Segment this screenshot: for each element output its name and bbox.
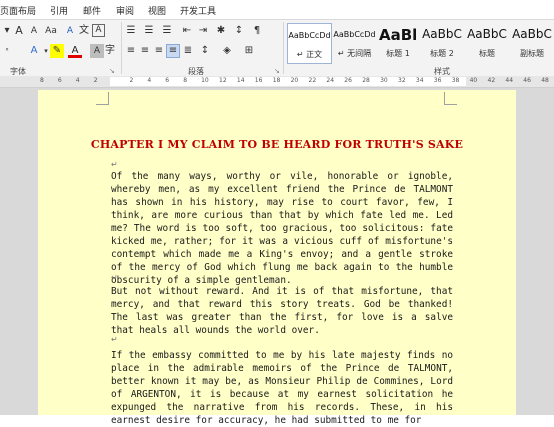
ruler-tick-label: 48 [541, 77, 549, 84]
ruler-tick-label: 30 [380, 77, 388, 84]
change-case-icon[interactable]: Aa [44, 24, 58, 38]
line-spacing-icon[interactable]: ↕ [198, 44, 212, 58]
tab-review[interactable]: 审阅 [116, 4, 134, 17]
show-marks-icon[interactable]: ¶ [250, 24, 264, 38]
style-sample: AaBbC [512, 27, 552, 41]
ruler-tick-label: 42 [487, 77, 496, 84]
ruler-tick-label: 6 [165, 77, 170, 84]
bullets-icon[interactable]: ☰ [124, 24, 138, 38]
ruler-tick-label: 18 [272, 77, 281, 84]
ruler-tick-label: 44 [505, 77, 514, 84]
style-subtitle[interactable]: AaBbC 副标题 [510, 23, 554, 62]
ruler-tick-label: 46 [523, 77, 531, 84]
ribbon-tab-bar: 页面布局 引用 邮件 审阅 视图 开发工具 [0, 0, 554, 19]
increase-indent-icon[interactable]: ⇥ [196, 24, 210, 38]
style-name: 副标题 [520, 49, 544, 58]
ruler-tick-label: 20 [290, 77, 299, 84]
tab-mailings[interactable]: 邮件 [83, 4, 101, 17]
paragraph-2: But not without reward. And it is of tha… [111, 286, 453, 336]
style-sample: AaBl [379, 26, 418, 44]
ruler-tick-label: 40 [469, 77, 478, 84]
shading-icon[interactable]: ◈ [220, 44, 234, 58]
ruler-tick-label: 2 [93, 77, 98, 84]
margin-corner-mark [444, 92, 457, 105]
justify-icon[interactable]: ≡ [166, 44, 180, 58]
chapter-title: CHAPTER I MY CLAIM TO BE HEARD FOR TRUTH… [90, 138, 464, 151]
style-sample: AaBbCcDd [288, 31, 331, 40]
ruler-tick-label: 12 [219, 77, 227, 84]
ruler-tick-label: 6 [57, 77, 62, 84]
char-border-icon[interactable]: A [92, 24, 105, 37]
ruler-tick-label: 36 [433, 77, 442, 84]
style-sample: AaBbC [422, 27, 462, 41]
ruler-tick-label: 2 [129, 77, 134, 84]
style-name: 标题 1 [386, 49, 410, 58]
paragraph-mark: ↵ [111, 160, 118, 169]
ruler-tick-label: 26 [344, 77, 352, 84]
styles-gallery: AaBbCcDd ↵ 正文 AaBbCcDd ↵ 无间隔 AaBl 标题 1 A… [286, 23, 554, 64]
highlight-icon[interactable]: ✎ [50, 44, 64, 58]
separator [283, 22, 284, 74]
align-right-icon[interactable]: ≡ [152, 44, 166, 58]
font-color-icon[interactable]: A [68, 44, 82, 58]
sort-icon[interactable]: ↕ [232, 24, 246, 38]
phonetic-guide-icon[interactable]: 文 [77, 24, 91, 38]
paragraph-mark: ↵ [111, 335, 118, 344]
ruler-tick-label: 4 [147, 77, 152, 84]
paragraph-3: If the embassy committed to me by his la… [111, 350, 453, 426]
clear-format-icon[interactable]: A [63, 24, 77, 38]
ruler-tick-label: 28 [362, 77, 370, 84]
ruler-tick-label: 10 [201, 77, 209, 84]
ruler-tick-label: 24 [326, 77, 335, 84]
ruler-tick-label: 8 [183, 77, 188, 84]
enclose-char-icon[interactable]: 字 [103, 44, 117, 58]
style-title[interactable]: AaBbC 标题 [466, 23, 508, 62]
tab-view[interactable]: 视图 [148, 4, 166, 17]
ruler-tick-label: 16 [254, 77, 263, 84]
style-no-spacing[interactable]: AaBbCcDd ↵ 无间隔 [332, 23, 377, 62]
ruler-text-area [110, 77, 466, 86]
char-shading-icon[interactable]: A [90, 44, 104, 58]
style-heading-2[interactable]: AaBbC 标题 2 [420, 23, 464, 62]
ruler-tick-label: 8 [40, 77, 44, 84]
tab-page-layout[interactable]: 页面布局 [0, 4, 36, 17]
align-center-icon[interactable]: ≡ [138, 44, 152, 58]
paragraph-mark: ↵ [111, 273, 118, 282]
borders-icon[interactable]: ⊞ [242, 44, 256, 58]
superscript-icon[interactable]: ˣ [0, 44, 14, 58]
style-name: 标题 [479, 49, 495, 58]
asian-layout-icon[interactable]: ✱ [214, 24, 228, 38]
tab-references[interactable]: 引用 [50, 4, 68, 17]
ruler-tick-label: 38 [451, 77, 460, 84]
style-normal[interactable]: AaBbCcDd ↵ 正文 [287, 23, 332, 64]
document-page[interactable]: CHAPTER I MY CLAIM TO BE HEARD FOR TRUTH… [38, 90, 516, 426]
align-left-icon[interactable]: ≡ [124, 44, 138, 58]
multilevel-list-icon[interactable]: ☰ [160, 24, 174, 38]
font-dialog-launcher-icon[interactable]: ↘ [109, 67, 115, 75]
ribbon: ▾ A A Aa A 文 A ˣ A ▾ ✎ A A 字 字体 ↘ ☰ ☰ ☰ … [0, 19, 554, 77]
style-name: ↵ 正文 [296, 50, 323, 59]
style-sample: AaBbC [467, 27, 507, 41]
ruler-tick-label: 22 [308, 77, 317, 84]
margin-corner-mark [96, 92, 109, 105]
style-sample: AaBbCcDd [333, 30, 376, 39]
ruler-tick-label: 34 [415, 77, 424, 84]
separator [121, 22, 122, 74]
ruler-tick-label: 4 [75, 77, 80, 84]
ruler-tick-label: 14 [236, 77, 245, 84]
style-name: ↵ 无间隔 [337, 49, 372, 58]
tab-developer[interactable]: 开发工具 [180, 4, 216, 17]
paragraph-dialog-launcher-icon[interactable]: ↘ [274, 67, 280, 75]
numbering-icon[interactable]: ☰ [142, 24, 156, 38]
ruler-tick-label: 32 [398, 77, 406, 84]
style-heading-1[interactable]: AaBl 标题 1 [379, 23, 417, 62]
horizontal-ruler[interactable]: 8 6 4 2 2 4 6 8 10 12 14 16 18 20 22 24 26 28 30 32 34 36 38 40… [0, 76, 554, 88]
paragraph-1: Of the many ways, worthy or vile, honora… [111, 171, 453, 286]
grow-font-icon[interactable]: A [12, 24, 26, 38]
distributed-icon[interactable]: ≣ [181, 44, 195, 58]
style-name: 标题 2 [430, 49, 454, 58]
decrease-indent-icon[interactable]: ⇤ [180, 24, 194, 38]
shrink-font-icon[interactable]: A [27, 24, 41, 38]
